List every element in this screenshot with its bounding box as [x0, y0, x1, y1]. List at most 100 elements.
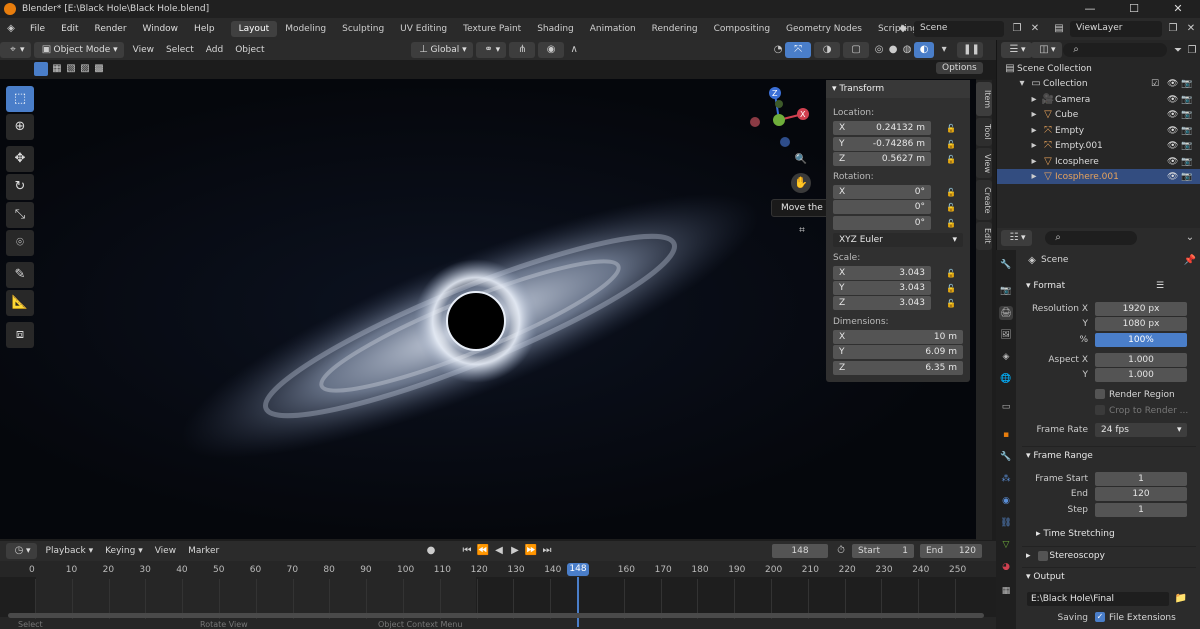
format-section-header[interactable]: ▾ Format ☰ — [1022, 277, 1196, 295]
crop-checkbox[interactable] — [1095, 405, 1105, 415]
eye-icon[interactable]: 👁 — [1167, 79, 1178, 89]
pause-render-button[interactable]: ❚❚ — [957, 42, 984, 58]
camera-render-icon[interactable]: 📷 — [1181, 157, 1192, 167]
snap-toggle[interactable]: ⋔ — [509, 42, 536, 58]
delete-scene-icon[interactable]: ✕ — [1028, 22, 1042, 36]
resolution-percent-field[interactable]: 100% — [1095, 333, 1187, 347]
viewport-menu-select[interactable]: Select — [160, 45, 200, 55]
tab-create[interactable]: Create — [976, 180, 992, 220]
xray-toggle[interactable]: ▢ — [843, 42, 870, 58]
view-layer-tab-icon[interactable]: 🖼 — [999, 328, 1013, 342]
frame-rate-selector[interactable]: 24 fps ▾ — [1095, 423, 1187, 437]
object-tab-icon[interactable]: ▪ — [999, 428, 1013, 442]
outliner-editor-type[interactable]: ☰ ▾ — [1001, 42, 1032, 58]
timeline-menu-marker[interactable]: Marker — [182, 546, 225, 556]
lock-icon[interactable]: 🔓 — [946, 269, 956, 278]
select-extend-icon[interactable]: ▦ — [50, 62, 64, 76]
rotation-z-field[interactable]: 0° — [833, 216, 931, 230]
new-view-layer-icon[interactable]: ❐ — [1166, 22, 1180, 36]
toggle-camera-view-icon[interactable]: ⌗ — [795, 224, 809, 238]
hand-pan-icon[interactable]: ✋ — [791, 173, 811, 193]
solid-shading-icon[interactable]: ● — [886, 43, 900, 57]
playhead-frame[interactable]: 148 — [567, 563, 589, 576]
wireframe-shading-icon[interactable]: ◎ — [872, 43, 886, 57]
scale-y-field[interactable]: Y 3.043 — [833, 281, 931, 295]
menu-render[interactable]: Render — [87, 24, 135, 34]
scale-x-field[interactable]: X 3.043 — [833, 266, 931, 280]
collection-tab-icon[interactable]: ▭ — [999, 400, 1013, 414]
checkbox-icon[interactable]: ☑ — [1151, 79, 1159, 89]
viewport-menu-add[interactable]: Add — [200, 45, 229, 55]
rotate-tool[interactable]: ↻ — [6, 174, 34, 200]
scene-selector[interactable]: Scene — [914, 21, 1004, 37]
lock-icon[interactable]: 🔓 — [946, 124, 956, 133]
collection-row[interactable]: ▾ ▭ Collection ☑ 👁 📷 — [997, 76, 1200, 91]
scene-collection-row[interactable]: ▤ Scene Collection — [997, 61, 1200, 76]
frame-range-section-header[interactable]: ▾ Frame Range — [1022, 446, 1196, 464]
visibility-icon[interactable]: ◔ — [771, 43, 785, 57]
minimize-button[interactable]: — — [1068, 0, 1112, 18]
lock-icon[interactable]: 🔓 — [946, 203, 956, 212]
dimensions-x-field[interactable]: X 10 m — [833, 330, 963, 344]
lock-icon[interactable]: 🔓 — [946, 140, 956, 149]
viewport-menu-object[interactable]: Object — [229, 45, 270, 55]
tab-sculpting[interactable]: Sculpting — [334, 21, 392, 37]
record-icon[interactable]: ● — [424, 544, 438, 558]
file-extensions-checkbox[interactable]: ✓ — [1095, 612, 1105, 622]
outliner-search-input[interactable]: ⌕ — [1063, 43, 1167, 57]
jump-start-icon[interactable]: ⏮ — [460, 544, 474, 558]
rendered-shading-button[interactable]: ◐ — [914, 42, 935, 58]
mode-selector[interactable]: ▣ Object Mode ▾ — [33, 42, 124, 58]
aspect-y-field[interactable]: 1.000 — [1095, 368, 1187, 382]
new-collection-icon[interactable]: ❐ — [1185, 44, 1199, 58]
start-frame-field[interactable]: Start 1 — [852, 544, 914, 558]
world-tab-icon[interactable]: 🌐 — [999, 372, 1013, 386]
playhead-line[interactable] — [577, 577, 579, 627]
tool-tab-icon[interactable]: 🔧 — [999, 258, 1013, 272]
falloff-icon[interactable]: ∧ — [567, 43, 581, 57]
texture-tab-icon[interactable]: ▦ — [999, 584, 1013, 598]
stopwatch-icon[interactable]: ⏱ — [834, 544, 848, 558]
lock-icon[interactable]: 🔓 — [946, 155, 956, 164]
folder-icon[interactable]: 📁 — [1174, 592, 1188, 606]
eye-icon[interactable]: 👁 — [1167, 141, 1178, 151]
gizmo-neg-x-axis[interactable] — [750, 117, 760, 127]
tab-rendering[interactable]: Rendering — [644, 21, 706, 37]
stereoscopy-section-header[interactable]: ▸ Stereoscopy — [1022, 546, 1196, 564]
timeline-menu-keying[interactable]: Keying ▾ — [99, 546, 149, 556]
orientation-selector[interactable]: ⊥ Global ▾ — [410, 42, 473, 58]
timeline-area[interactable]: 0 10 20 30 40 50 60 70 80 90 100 110 120 130 140 160 170… — [0, 561, 996, 629]
constraints-tab-icon[interactable]: ⛓ — [999, 516, 1013, 530]
outliner-item-camera[interactable]: ▸ 🎥 Camera 👁 📷 — [997, 92, 1200, 107]
blender-menu-icon[interactable]: ◈ — [4, 22, 18, 36]
material-tab-icon[interactable]: ◕ — [999, 560, 1013, 574]
render-tab-icon[interactable]: 📷 — [999, 284, 1013, 298]
gizmo-neg-z-axis[interactable] — [780, 137, 790, 147]
expand-icon[interactable]: ▸ — [1027, 139, 1041, 153]
overlay-toggle[interactable]: ◑ — [814, 42, 841, 58]
new-scene-icon[interactable]: ❐ — [1010, 22, 1024, 36]
eye-icon[interactable]: 👁 — [1167, 172, 1178, 182]
pin-icon[interactable]: 📌 — [1183, 254, 1197, 268]
outliner-item-empty[interactable]: ▸ ⤧ Empty 👁 📷 — [997, 123, 1200, 138]
select-intersect-icon[interactable]: ▩ — [92, 62, 106, 76]
menu-file[interactable]: File — [22, 24, 53, 34]
editor-type-button[interactable]: ⌖ ▾ — [0, 42, 31, 58]
zoom-icon[interactable]: 🔍 — [794, 153, 808, 167]
tab-animation[interactable]: Animation — [582, 21, 644, 37]
proportional-toggle[interactable]: ◉ — [538, 42, 565, 58]
location-z-field[interactable]: Z 0.5627 m — [833, 152, 931, 166]
menu-help[interactable]: Help — [186, 24, 223, 34]
camera-render-icon[interactable]: 📷 — [1181, 126, 1192, 136]
scene-tab-icon[interactable]: ◈ — [999, 350, 1013, 364]
outliner-item-icosphere-001[interactable]: ▸ ▽ Icosphere.001 👁 📷 — [997, 169, 1200, 184]
expand-icon[interactable]: ▸ — [1027, 108, 1041, 122]
view-layer-selector[interactable]: ViewLayer — [1070, 21, 1162, 37]
tab-view[interactable]: View — [976, 148, 992, 178]
timeline-scrollbar[interactable] — [8, 613, 984, 618]
filter-icon[interactable]: ⏷ — [1171, 44, 1185, 58]
select-box-tool[interactable]: ⬚ — [6, 86, 34, 112]
expand-icon[interactable]: ▸ — [1027, 124, 1041, 138]
lock-icon[interactable]: 🔓 — [946, 188, 956, 197]
menu-edit[interactable]: Edit — [53, 24, 86, 34]
